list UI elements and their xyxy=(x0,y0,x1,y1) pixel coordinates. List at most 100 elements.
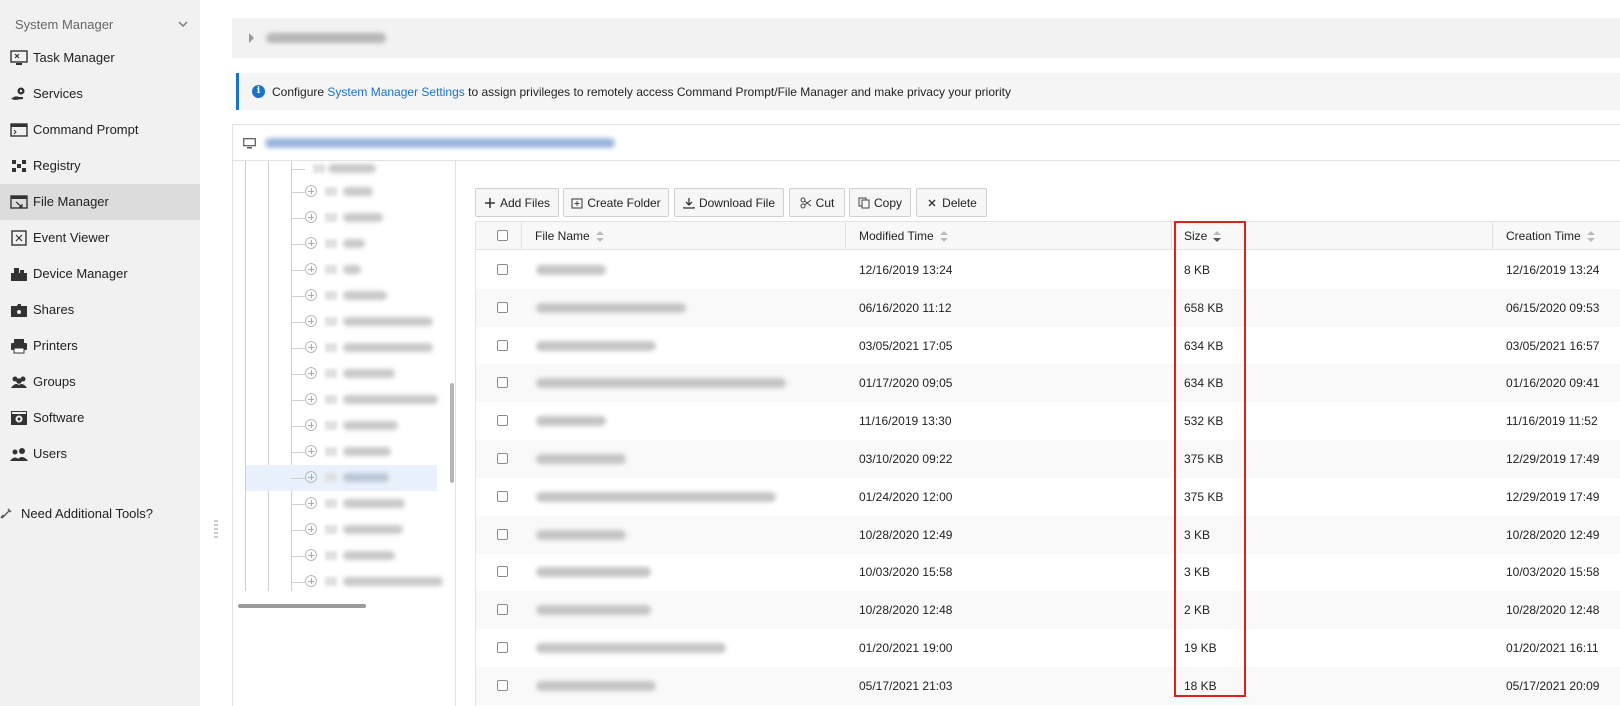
redacted-file-name[interactable] xyxy=(536,302,686,313)
add-files-button[interactable]: Add Files xyxy=(475,188,559,217)
row-checkbox[interactable] xyxy=(497,377,508,389)
redacted-file-name[interactable] xyxy=(536,529,626,540)
column-modified-time[interactable]: Modified Time xyxy=(859,222,948,250)
sidebar-item-device-manager[interactable]: Device Manager xyxy=(0,256,200,292)
sort-icon[interactable] xyxy=(939,230,948,243)
sidebar-item-printers[interactable]: Printers xyxy=(0,328,200,364)
row-checkbox[interactable] xyxy=(497,453,508,464)
redacted-file-name[interactable] xyxy=(536,378,786,389)
panel-resize-handle[interactable] xyxy=(213,519,219,541)
expand-plus-icon[interactable] xyxy=(305,419,317,431)
tree-node[interactable] xyxy=(233,439,455,465)
row-checkbox[interactable] xyxy=(497,566,508,578)
row-checkbox[interactable] xyxy=(497,490,508,502)
expand-plus-icon[interactable] xyxy=(305,575,317,587)
redacted-file-name[interactable] xyxy=(536,454,626,464)
copy-button[interactable]: Copy xyxy=(849,188,911,217)
column-file-name[interactable]: File Name xyxy=(535,222,604,250)
tree-node[interactable] xyxy=(233,309,455,335)
sidebar-item-file-manager[interactable]: File Manager xyxy=(0,184,200,220)
sidebar-item-shares[interactable]: Shares xyxy=(0,292,200,328)
create-folder-button[interactable]: Create Folder xyxy=(563,188,669,217)
redacted-file-name[interactable] xyxy=(536,643,726,653)
expand-plus-icon[interactable] xyxy=(305,211,317,223)
table-row[interactable]: 12/16/2019 13:24 8 KB 12/16/2019 13:24 xyxy=(476,251,1620,289)
sidebar-item-services[interactable]: Services xyxy=(0,76,200,112)
sidebar-item-task-manager[interactable]: Task Manager xyxy=(0,40,200,76)
table-row[interactable]: 10/03/2020 15:58 3 KB 10/03/2020 15:58 xyxy=(476,553,1620,591)
expand-plus-icon[interactable] xyxy=(305,549,317,561)
tree-horizontal-scrollbar[interactable] xyxy=(238,604,366,608)
table-row[interactable]: 05/17/2021 21:03 18 KB 05/17/2021 20:09 xyxy=(476,666,1620,705)
table-row[interactable]: 10/28/2020 12:48 2 KB 10/28/2020 12:48 xyxy=(476,591,1620,630)
row-checkbox[interactable] xyxy=(497,339,508,351)
sort-icon[interactable] xyxy=(1586,230,1595,243)
table-row[interactable]: 10/28/2020 12:49 3 KB 10/28/2020 12:49 xyxy=(476,515,1620,554)
sidebar-item-event-viewer[interactable]: Event Viewer xyxy=(0,220,200,256)
tree-node[interactable] xyxy=(233,491,455,517)
column-creation-time[interactable]: Creation Time xyxy=(1506,222,1595,250)
cut-button[interactable]: Cut xyxy=(789,188,845,217)
redacted-file-name[interactable] xyxy=(536,491,776,502)
expand-plus-icon[interactable] xyxy=(305,471,317,483)
tree-node[interactable] xyxy=(233,543,455,569)
sidebar-item-command-prompt[interactable]: Command Prompt xyxy=(0,112,200,148)
row-checkbox[interactable] xyxy=(497,604,508,616)
tree-node[interactable] xyxy=(233,335,455,361)
expand-plus-icon[interactable] xyxy=(305,185,317,197)
sidebar-header[interactable]: System Manager xyxy=(15,17,190,35)
redacted-file-name[interactable] xyxy=(536,265,606,275)
sidebar-item-groups[interactable]: Groups xyxy=(0,364,200,400)
expand-triangle-icon[interactable] xyxy=(249,33,254,43)
expand-plus-icon[interactable] xyxy=(305,523,317,535)
expand-plus-icon[interactable] xyxy=(305,497,317,509)
tree-node[interactable] xyxy=(233,231,455,257)
sidebar-item-users[interactable]: Users xyxy=(0,436,200,472)
redacted-file-name[interactable] xyxy=(536,340,656,351)
row-checkbox[interactable] xyxy=(497,642,508,653)
row-checkbox[interactable] xyxy=(497,679,508,691)
tree-node[interactable] xyxy=(233,387,455,413)
sort-desc-icon[interactable] xyxy=(1213,230,1222,243)
tree-vertical-scrollbar[interactable] xyxy=(450,383,454,483)
table-row[interactable]: 01/24/2020 12:00 375 KB 12/29/2019 17:49 xyxy=(476,478,1620,516)
redacted-file-name[interactable] xyxy=(536,680,656,691)
redacted-file-name[interactable] xyxy=(536,567,651,578)
redacted-file-name[interactable] xyxy=(536,416,606,427)
row-checkbox[interactable] xyxy=(497,301,508,313)
computer-path-collapse[interactable] xyxy=(232,18,1620,58)
sidebar-item-registry[interactable]: Registry xyxy=(0,148,200,184)
row-checkbox[interactable] xyxy=(497,528,508,540)
table-row[interactable]: 03/10/2020 09:22 375 KB 12/29/2019 17:49 xyxy=(476,440,1620,478)
need-additional-tools-link[interactable]: Need Additional Tools? xyxy=(0,504,200,524)
tree-node[interactable] xyxy=(233,517,455,543)
download-file-button[interactable]: Download File xyxy=(674,188,784,217)
sidebar-item-software[interactable]: Software xyxy=(0,400,200,436)
expand-plus-icon[interactable] xyxy=(305,263,317,275)
expand-plus-icon[interactable] xyxy=(305,393,317,405)
expand-plus-icon[interactable] xyxy=(305,289,317,301)
tree-node[interactable] xyxy=(233,283,455,309)
chevron-down-icon[interactable] xyxy=(176,17,190,31)
tree-node-selected[interactable] xyxy=(246,465,437,491)
row-checkbox[interactable] xyxy=(497,264,508,275)
table-row[interactable]: 11/16/2019 13:30 532 KB 11/16/2019 11:52 xyxy=(476,402,1620,440)
tree-node[interactable] xyxy=(233,361,455,387)
select-all-checkbox[interactable] xyxy=(497,230,508,241)
expand-plus-icon[interactable] xyxy=(305,237,317,249)
table-row[interactable]: 01/17/2020 09:05 634 KB 01/16/2020 09:41 xyxy=(476,364,1620,403)
tree-node[interactable] xyxy=(233,205,455,231)
table-row[interactable]: 06/16/2020 11:12 658 KB 06/15/2020 09:53 xyxy=(476,288,1620,327)
redacted-breadcrumb-path[interactable] xyxy=(265,138,615,148)
column-size[interactable]: Size xyxy=(1184,222,1222,250)
expand-plus-icon[interactable] xyxy=(305,367,317,379)
table-row[interactable]: 03/05/2021 17:05 634 KB 03/05/2021 16:57 xyxy=(476,327,1620,365)
redacted-file-name[interactable] xyxy=(536,605,651,616)
expand-plus-icon[interactable] xyxy=(305,315,317,327)
tree-node[interactable] xyxy=(233,257,455,283)
tree-node[interactable] xyxy=(233,179,455,205)
tree-node[interactable] xyxy=(233,569,455,595)
row-checkbox[interactable] xyxy=(497,415,508,427)
expand-plus-icon[interactable] xyxy=(305,445,317,457)
system-manager-settings-link[interactable]: System Manager Settings xyxy=(327,85,464,99)
